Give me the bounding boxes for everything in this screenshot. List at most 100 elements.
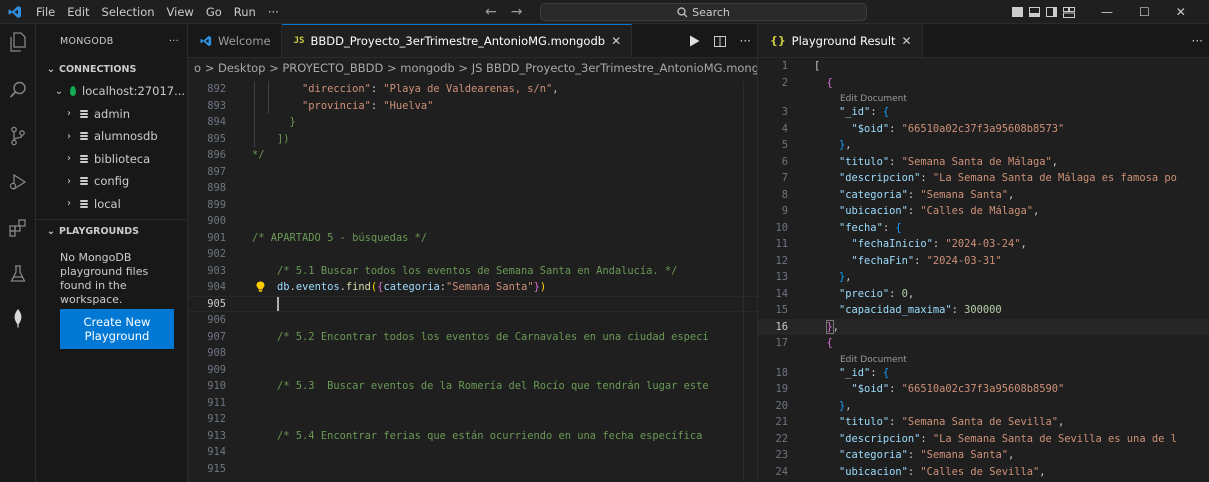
playgrounds-label: PLAYGROUNDS xyxy=(59,226,139,237)
toggle-secondary-sidebar-icon[interactable] xyxy=(1046,7,1057,17)
lightbulb-icon[interactable] xyxy=(256,281,265,292)
source-control-icon[interactable] xyxy=(6,124,30,148)
result-tabs: {} Playground Result ✕ ··· xyxy=(758,24,1209,58)
vscode-logo-icon xyxy=(200,35,212,46)
back-arrow-icon[interactable]: ← xyxy=(485,4,497,20)
code-line: 15 "capacidad_maxima": 300000 xyxy=(758,302,1209,319)
line-number: 896 xyxy=(207,149,226,162)
code-line: 14 "precio": 0, xyxy=(758,286,1209,303)
forward-arrow-icon[interactable]: → xyxy=(511,4,523,20)
line-number: 905 xyxy=(207,297,226,310)
menu-edit[interactable]: Edit xyxy=(61,0,95,24)
menu-more[interactable]: ··· xyxy=(262,0,285,24)
database-item-alumnosdb[interactable]: › alumnosdb xyxy=(36,125,187,148)
database-item-config[interactable]: › config xyxy=(36,170,187,193)
menu-file[interactable]: File xyxy=(30,0,61,24)
code-line: 5 }, xyxy=(758,137,1209,154)
customize-layout-icon[interactable] xyxy=(1063,6,1075,18)
editor-scrollbar[interactable] xyxy=(743,81,757,482)
database-item-local[interactable]: › local xyxy=(36,193,187,216)
database-item-biblioteca[interactable]: › biblioteca xyxy=(36,148,187,171)
playgrounds-section-header[interactable]: ⌄ PLAYGROUNDS xyxy=(36,219,187,243)
code-line: 900 xyxy=(188,213,757,230)
code-line: 907 /* 5.2 Encontrar todos los eventos d… xyxy=(188,329,757,346)
minimize-icon[interactable]: — xyxy=(1101,5,1113,19)
extensions-icon[interactable] xyxy=(6,216,30,240)
explorer-icon[interactable] xyxy=(6,30,30,54)
vscode-logo-icon xyxy=(0,0,30,24)
code-editor[interactable]: 892 "direccion": "Playa de Valdearenas, … xyxy=(188,81,757,482)
code-line: 902 xyxy=(188,246,757,263)
connections-label: CONNECTIONS xyxy=(59,63,137,75)
close-window-icon[interactable]: ✕ xyxy=(1176,5,1186,19)
database-icon xyxy=(80,177,88,186)
database-label: alumnosdb xyxy=(94,129,158,144)
maximize-icon[interactable]: ☐ xyxy=(1139,5,1150,19)
code-line: 892 "direccion": "Playa de Valdearenas, … xyxy=(188,81,757,98)
code-text: "descripcion": "La Semana Santa de Málag… xyxy=(839,172,1177,185)
tab-playground-result[interactable]: {} Playground Result ✕ xyxy=(758,24,923,57)
tab-mongodb-file[interactable]: JS BBDD_Proyecto_3erTrimestre_AntonioMG.… xyxy=(281,24,633,57)
code-text: "titulo": "Semana Santa de Málaga", xyxy=(839,155,1058,168)
code-line: 12 "fechaFin": "2024-03-31" xyxy=(758,253,1209,270)
code-text: ]) xyxy=(252,132,290,145)
run-playground-icon[interactable] xyxy=(689,35,700,47)
code-line: 893 "provincia": "Huelva" xyxy=(188,98,757,115)
search-label: Search xyxy=(692,5,730,19)
line-number: 899 xyxy=(207,198,226,211)
chevron-down-icon: ⌄ xyxy=(46,63,56,75)
code-text: }, xyxy=(825,319,840,334)
connections-section-header[interactable]: ⌄ CONNECTIONS xyxy=(36,58,187,80)
run-debug-icon[interactable] xyxy=(6,170,30,194)
breadcrumb[interactable]: o > Desktop > PROYECTO_BBDD > mongodb > … xyxy=(188,58,757,78)
code-line: 3 "_id": { xyxy=(758,104,1209,121)
code-line-current: 905 xyxy=(188,295,757,312)
line-number: 911 xyxy=(207,396,226,409)
result-json-editor[interactable]: 1[ 2 { Edit Document 3 "_id": { 4 "$oid"… xyxy=(758,58,1209,482)
connection-item[interactable]: ⌄ localhost:27017... xyxy=(36,80,187,103)
code-line: 23 "categoria": "Semana Santa", xyxy=(758,447,1209,464)
menu-go[interactable]: Go xyxy=(200,0,228,24)
code-text: /* 5.2 Encontrar todos los eventos de Ca… xyxy=(252,330,709,343)
split-editor-icon[interactable] xyxy=(713,35,726,47)
code-text: /* 5.1 Buscar todos los eventos de Seman… xyxy=(252,264,678,277)
code-text: { xyxy=(826,76,833,89)
code-text xyxy=(238,296,279,311)
sidebar-header: MONGODB ··· xyxy=(36,24,187,58)
code-text: "descripcion": "La Semana Santa de Sevil… xyxy=(839,432,1177,445)
text-cursor xyxy=(277,296,279,311)
editor-tabs: Welcome JS BBDD_Proyecto_3erTrimestre_An… xyxy=(188,24,757,58)
database-icon xyxy=(80,199,88,208)
toggle-sidebar-icon[interactable] xyxy=(1012,7,1023,17)
editor-group-main: Welcome JS BBDD_Proyecto_3erTrimestre_An… xyxy=(188,24,757,482)
line-number: 910 xyxy=(207,380,226,393)
create-playground-button[interactable]: Create New Playground xyxy=(60,309,174,349)
code-line: 11 "fechaInicio": "2024-03-24", xyxy=(758,236,1209,253)
menu-selection[interactable]: Selection xyxy=(96,0,161,24)
testing-icon[interactable] xyxy=(6,262,30,286)
more-actions-icon[interactable]: ··· xyxy=(740,34,751,48)
code-line: 6 "titulo": "Semana Santa de Málaga", xyxy=(758,154,1209,171)
command-center-search[interactable]: Search xyxy=(540,3,867,21)
search-view-icon[interactable] xyxy=(6,78,30,102)
menu-view[interactable]: View xyxy=(161,0,200,24)
line-number: 15 xyxy=(775,304,788,317)
tab-welcome[interactable]: Welcome xyxy=(188,24,282,57)
database-label: biblioteca xyxy=(94,151,151,166)
toggle-panel-icon[interactable] xyxy=(1029,7,1040,17)
line-number: 13 xyxy=(775,271,788,284)
database-item-admin[interactable]: › admin xyxy=(36,103,187,126)
edit-document-codelens[interactable]: Edit Document xyxy=(758,91,1209,104)
close-icon[interactable]: ✕ xyxy=(611,34,621,48)
code-text: /* 5.3 Buscar eventos de la Romería del … xyxy=(252,380,709,393)
code-line: 901 /* APARTADO 5 - búsquedas */ xyxy=(188,230,757,247)
line-number: 11 xyxy=(775,238,788,251)
code-line: 7 "descripcion": "La Semana Santa de Mál… xyxy=(758,170,1209,187)
code-line: 912 xyxy=(188,411,757,428)
mongodb-leaf-icon[interactable] xyxy=(6,306,30,330)
menu-run[interactable]: Run xyxy=(228,0,262,24)
close-icon[interactable]: ✕ xyxy=(902,34,912,48)
more-actions-icon[interactable]: ··· xyxy=(1192,34,1203,48)
edit-document-codelens[interactable]: Edit Document xyxy=(758,352,1209,365)
sidebar-more-button[interactable]: ··· xyxy=(169,36,179,47)
